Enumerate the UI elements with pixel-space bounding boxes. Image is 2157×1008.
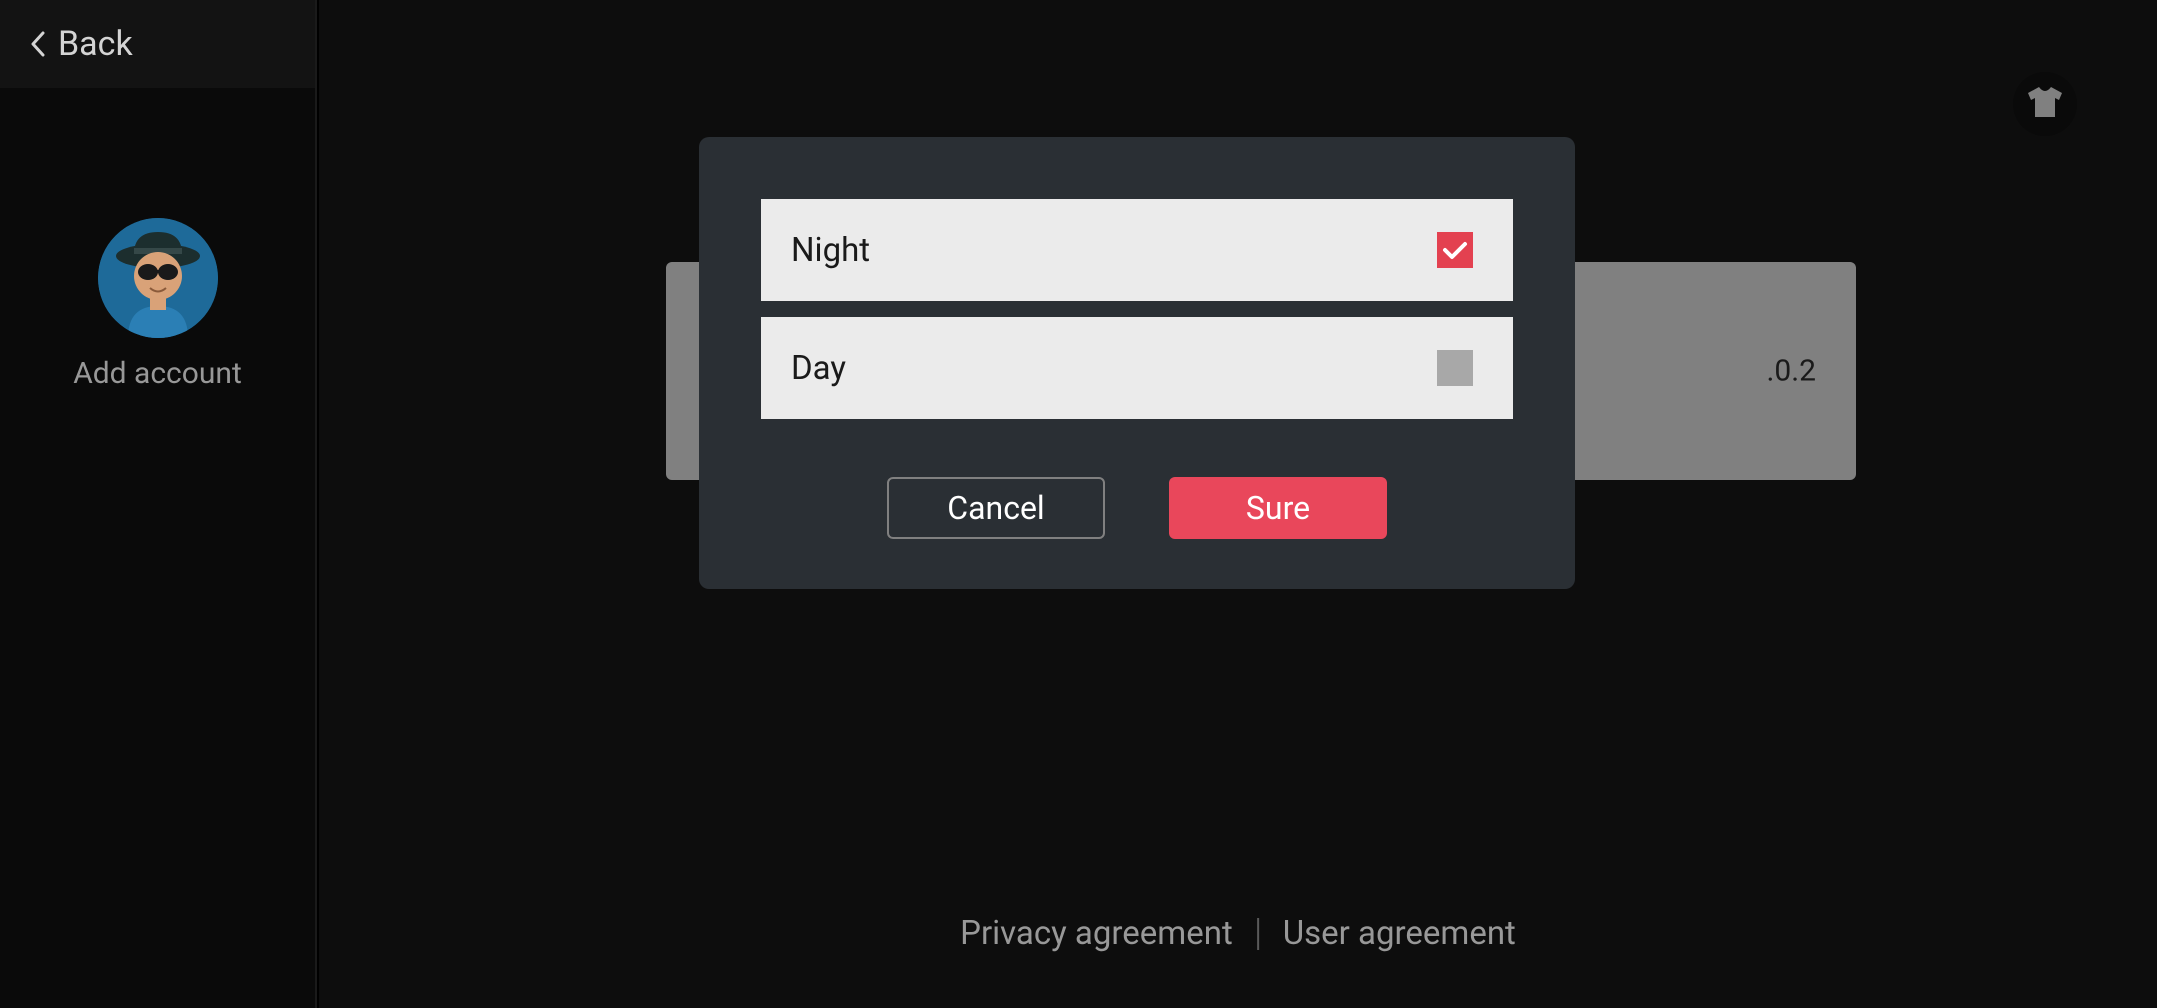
dialog-buttons: Cancel Sure: [761, 477, 1513, 539]
theme-option-night[interactable]: Night: [761, 199, 1513, 301]
chevron-left-icon: [30, 30, 46, 58]
user-agreement-link[interactable]: User agreement: [1283, 914, 1516, 953]
main-content: .0.2 Night Day Cancel Sure: [319, 0, 2157, 1008]
theme-dialog: Night Day Cancel Sure: [699, 137, 1575, 589]
checkbox-checked-icon: [1437, 232, 1473, 268]
divider: [1257, 918, 1259, 950]
shirt-icon: [2026, 85, 2064, 123]
sidebar: Back: [0, 0, 317, 1008]
account-section: Add account: [0, 218, 315, 391]
option-label: Night: [791, 231, 870, 270]
theme-button[interactable]: [2013, 72, 2077, 136]
footer-links: Privacy agreement User agreement: [960, 914, 1516, 953]
back-button[interactable]: Back: [0, 0, 315, 88]
checkbox-unchecked-icon: [1437, 350, 1473, 386]
theme-option-day[interactable]: Day: [761, 317, 1513, 419]
cancel-button[interactable]: Cancel: [887, 477, 1105, 539]
sure-button[interactable]: Sure: [1169, 477, 1387, 539]
add-account-label: Add account: [73, 356, 242, 391]
option-label: Day: [791, 349, 846, 388]
avatar[interactable]: [98, 218, 218, 338]
back-label: Back: [58, 24, 133, 64]
privacy-link[interactable]: Privacy agreement: [960, 914, 1233, 953]
version-number: .0.2: [1766, 354, 1816, 389]
